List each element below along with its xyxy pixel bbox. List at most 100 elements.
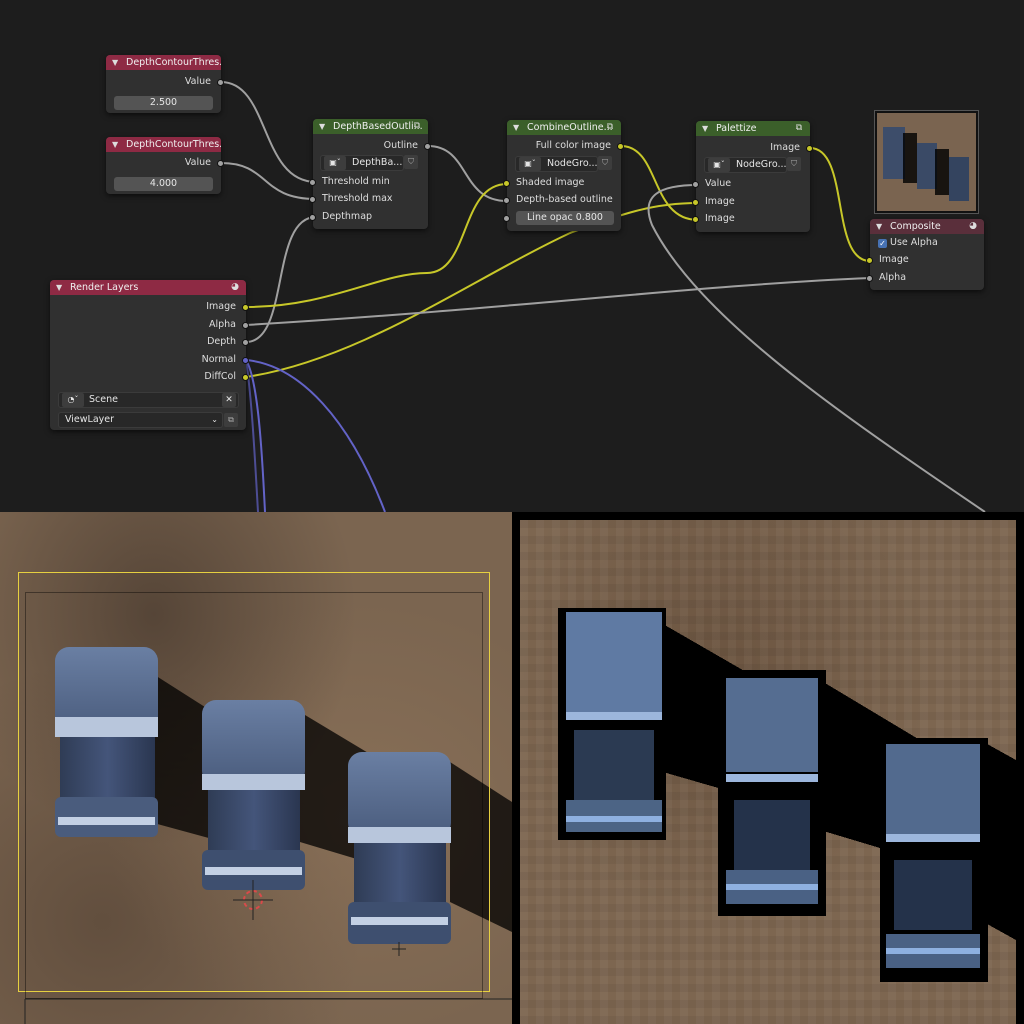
chevron-down-icon[interactable]: ▼	[319, 119, 325, 134]
input-label: Shaded image	[516, 177, 585, 188]
input-socket-threshold-min[interactable]	[309, 179, 316, 186]
output-socket-outline[interactable]	[424, 143, 431, 150]
scene-icon: ◔ˇ	[62, 393, 84, 407]
input-socket-depth-outline[interactable]	[503, 197, 510, 204]
output-label: Outline	[383, 140, 418, 151]
output-socket-normal[interactable]	[242, 357, 249, 364]
node-group-selector[interactable]: ▣ˇ NodeGro...	[515, 156, 598, 172]
wire-normal-b	[245, 359, 386, 512]
chevron-down-icon[interactable]: ▼	[112, 137, 118, 152]
wire-palette-out	[809, 147, 871, 262]
wire-normal-c	[245, 359, 259, 512]
scene-icon[interactable]: ◕	[228, 282, 242, 293]
close-icon[interactable]: ✕	[222, 393, 236, 407]
wire-outline	[427, 145, 508, 202]
input-label: Threshold max	[322, 193, 393, 204]
output-label: Alpha	[208, 319, 236, 330]
input-socket-image-2[interactable]	[692, 216, 699, 223]
input-socket-alpha[interactable]	[866, 275, 873, 282]
input-label: Image	[879, 254, 909, 265]
node-palettize[interactable]: ▼ Palettize ⧉ Image ▣ˇ NodeGro... ⛉ Valu…	[692, 121, 813, 232]
node-depth-threshold-max[interactable]: ▼ DepthContourThres... Value 4.000	[106, 137, 224, 194]
node-header[interactable]: ▼ Render Layers ◕	[50, 280, 246, 295]
node-group-icon[interactable]: ⧉	[410, 121, 424, 132]
node-header[interactable]: ▼ DepthBasedOutli... ⧉	[313, 119, 428, 134]
3d-viewport[interactable]	[0, 512, 512, 1024]
input-socket-value[interactable]	[692, 181, 699, 188]
output-label: Full color image	[535, 140, 611, 151]
input-socket-image-1[interactable]	[692, 199, 699, 206]
output-socket-value[interactable]	[217, 79, 224, 86]
render-image	[558, 608, 1016, 982]
wire-max-threshold	[220, 162, 317, 200]
node-header[interactable]: ▼ DepthContourThres...	[106, 137, 221, 152]
node-header[interactable]: ▼ Composite ◕	[870, 219, 984, 234]
output-socket-value[interactable]	[217, 160, 224, 167]
output-label: Value	[184, 76, 211, 87]
view-layer-name: ViewLayer	[65, 414, 115, 425]
value-field[interactable]: 2.500	[114, 96, 213, 110]
output-label: Image	[206, 301, 236, 312]
node-depth-threshold-min[interactable]: ▼ DepthContourThres... Value 2.500	[106, 55, 224, 113]
group-name: NodeGro...	[736, 159, 787, 170]
group-name: DepthBa...	[352, 157, 403, 168]
use-alpha-checkbox[interactable]: ✓	[878, 239, 887, 248]
input-socket-line-opacity[interactable]	[503, 215, 510, 222]
output-socket-image[interactable]	[806, 145, 813, 152]
shield-icon[interactable]: ⛉	[598, 156, 612, 170]
node-depth-based-outline[interactable]: ▼ DepthBasedOutli... ⧉ Outline ▣ˇ DepthB…	[309, 119, 431, 229]
node-group-icon[interactable]: ⧉	[792, 123, 806, 134]
node-group-icon: ▣ˇ	[519, 157, 541, 171]
chevron-down-icon[interactable]: ▼	[513, 120, 519, 135]
chevron-down-icon[interactable]: ▼	[876, 219, 882, 234]
input-label: Image	[705, 213, 735, 224]
chevron-down-icon: ⌄	[211, 415, 218, 424]
output-label: DiffCol	[204, 371, 236, 382]
node-header[interactable]: ▼ DepthContourThres...	[106, 55, 221, 70]
line-opacity-field[interactable]: Line opac 0.800	[516, 211, 614, 225]
chevron-down-icon[interactable]: ▼	[702, 121, 708, 136]
node-composite[interactable]: ▼ Composite ◕ ✓ Use Alpha Image Alpha	[866, 219, 984, 290]
output-socket-full-color[interactable]	[617, 143, 624, 150]
output-socket-alpha[interactable]	[242, 322, 249, 329]
chevron-down-icon[interactable]: ▼	[112, 55, 118, 70]
output-socket-image[interactable]	[242, 304, 249, 311]
node-title: DepthContourThres...	[126, 139, 221, 150]
group-name: NodeGro...	[547, 158, 598, 169]
view-layer-selector[interactable]: ViewLayer ⌄	[58, 412, 223, 428]
scene-name: Scene	[89, 394, 118, 405]
input-label: Alpha	[879, 272, 907, 283]
input-socket-shaded-image[interactable]	[503, 180, 510, 187]
input-socket-depthmap[interactable]	[309, 214, 316, 221]
node-header[interactable]: ▼ CombineOutline... ⧉	[507, 120, 621, 135]
composite-preview-thumbnail	[874, 110, 979, 214]
node-editor[interactable]: ▼ DepthContourThres... Value 2.500 ▼ Dep…	[0, 0, 1024, 512]
input-socket-threshold-max[interactable]	[309, 196, 316, 203]
node-title: Render Layers	[70, 282, 139, 293]
input-label: Threshold min	[322, 176, 390, 187]
node-title: CombineOutline...	[527, 122, 613, 133]
node-title: Composite	[890, 221, 941, 232]
input-label: Value	[705, 178, 732, 189]
output-socket-depth[interactable]	[242, 339, 249, 346]
node-group-selector[interactable]: ▣ˇ NodeGro...	[704, 157, 787, 173]
scene-selector[interactable]: ◔ˇ Scene ✕	[58, 392, 239, 408]
output-label: Depth	[207, 336, 236, 347]
shield-icon[interactable]: ⛉	[404, 155, 418, 169]
output-socket-diffcol[interactable]	[242, 374, 249, 381]
node-header[interactable]: ▼ Palettize ⧉	[696, 121, 810, 136]
node-group-icon[interactable]: ⧉	[603, 122, 617, 133]
node-combine-outline[interactable]: ▼ CombineOutline... ⧉ Full color image ▣…	[503, 120, 624, 231]
chevron-down-icon[interactable]: ▼	[56, 280, 62, 295]
composite-output-icon[interactable]: ◕	[966, 221, 980, 232]
view-layer-icon[interactable]: ⧉	[224, 413, 238, 427]
node-render-layers[interactable]: ▼ Render Layers ◕ Image Alpha Depth Norm…	[50, 280, 249, 430]
node-title: Palettize	[716, 123, 757, 134]
camera-safe-area	[25, 592, 483, 999]
output-label: Value	[184, 157, 211, 168]
value-field[interactable]: 4.000	[114, 177, 213, 191]
node-group-selector[interactable]: ▣ˇ DepthBa...	[320, 155, 404, 171]
wire-min-threshold	[220, 81, 317, 183]
input-socket-image[interactable]	[866, 257, 873, 264]
shield-icon[interactable]: ⛉	[787, 157, 801, 171]
